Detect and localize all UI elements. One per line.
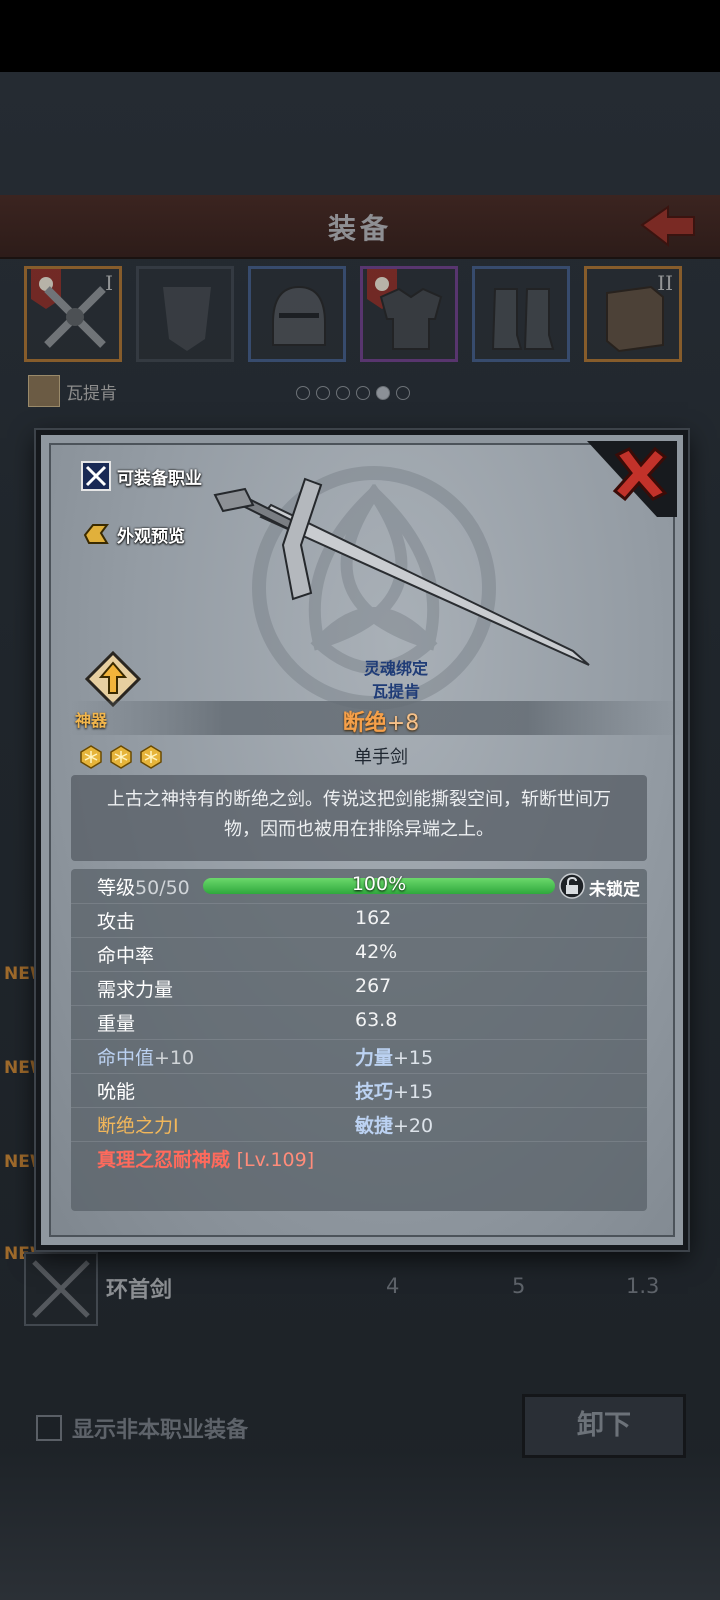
item-stat: 4 bbox=[386, 1274, 400, 1298]
stats-panel: 等级50/50 100% 未锁定 攻击 162 命中率 42% 需求力量 267… bbox=[71, 869, 647, 1211]
equippable-class-option[interactable]: 可装备职业 bbox=[81, 461, 202, 491]
shield-icon bbox=[163, 287, 211, 351]
star-icon bbox=[140, 745, 162, 769]
cross-blade-icon bbox=[44, 286, 106, 348]
item-name: 断绝 bbox=[342, 711, 387, 736]
stat-row: 命中率 42% bbox=[71, 937, 647, 972]
stat-label: 重量 bbox=[97, 1013, 136, 1035]
page-title: 装备 bbox=[327, 212, 392, 245]
bonus-row: 命中值+10 力量+15 bbox=[71, 1039, 647, 1074]
soulbound-label: 灵魂绑定 bbox=[363, 659, 428, 678]
character-tag[interactable]: 瓦提肯 bbox=[28, 375, 117, 407]
stat-value: 162 bbox=[355, 907, 392, 929]
bonus-right: 技巧+15 bbox=[355, 1081, 434, 1103]
enhance-level: +8 bbox=[386, 711, 420, 736]
slot-shield[interactable] bbox=[136, 266, 234, 362]
stat-row: 重量 63.8 bbox=[71, 1005, 647, 1040]
stat-label: 攻击 bbox=[97, 911, 136, 933]
close-icon[interactable] bbox=[611, 445, 669, 501]
book-icon bbox=[606, 285, 664, 353]
description-box: 上古之神持有的断绝之剑。传说这把剑能撕裂空间，斩断世间万物，因而也被用在排除异端… bbox=[71, 775, 647, 861]
appearance-preview-label: 外观预览 bbox=[117, 526, 185, 547]
stat-value: 42% bbox=[355, 941, 398, 963]
item-description: 上古之神持有的断绝之剑。传说这把剑能撕裂空间，斩断世间万物，因而也被用在排除异端… bbox=[107, 789, 611, 840]
list-item[interactable]: 环首剑 4 5 1.3 bbox=[24, 1252, 704, 1332]
slot-book[interactable]: II bbox=[584, 266, 682, 362]
item-name: 环首剑 bbox=[106, 1278, 173, 1303]
bonus-row: 断绝之力I 敏捷+20 bbox=[71, 1107, 647, 1142]
lock-status[interactable]: 未锁定 bbox=[589, 875, 640, 900]
item-stat: 1.3 bbox=[626, 1274, 660, 1298]
special-skill: 真理之忍耐神威 [Lv.109] bbox=[97, 1149, 315, 1171]
level-value: 50/50 bbox=[135, 877, 190, 899]
page-indicator bbox=[296, 386, 410, 400]
equipment-slots: I II bbox=[24, 266, 704, 366]
level-row: 等级50/50 100% 未锁定 bbox=[71, 869, 647, 904]
item-type: 单手剑 bbox=[354, 747, 408, 768]
item-title: 断绝+8 bbox=[261, 705, 501, 737]
avatar bbox=[28, 375, 60, 407]
bonus-left: 断绝之力I bbox=[97, 1115, 179, 1137]
soulbound-owner: 瓦提肯 bbox=[371, 682, 420, 701]
item-stat: 5 bbox=[512, 1274, 526, 1298]
back-arrow-icon[interactable] bbox=[638, 203, 698, 249]
unequip-button[interactable]: 卸下 bbox=[522, 1394, 686, 1458]
page-dot bbox=[356, 386, 370, 400]
stat-row: 需求力量 267 bbox=[71, 971, 647, 1006]
bottom-background bbox=[0, 1450, 720, 1600]
equippable-class-label: 可装备职业 bbox=[117, 468, 202, 489]
grade-stars bbox=[79, 745, 163, 769]
level-percent: 100% bbox=[351, 873, 407, 895]
page-dot bbox=[336, 386, 350, 400]
page-dot-active bbox=[376, 386, 390, 400]
equipment-header: 装备 bbox=[0, 195, 720, 259]
sword-icon bbox=[213, 477, 590, 666]
item-detail-modal: 可装备职业 外观预览 灵魂绑定 瓦提肯 神器 断绝+8 单手剑 上古之神持有的断… bbox=[36, 430, 688, 1250]
bonus-row: 吮能 技巧+15 bbox=[71, 1073, 647, 1108]
armor-icon bbox=[379, 287, 443, 350]
helmet-icon bbox=[272, 285, 326, 346]
crossed-swords-icon bbox=[32, 1260, 90, 1318]
special-row: 真理之忍耐神威 [Lv.109] bbox=[71, 1141, 647, 1175]
show-other-class-toggle[interactable]: 显示非本职业装备 bbox=[36, 1412, 248, 1444]
appearance-preview-option[interactable]: 外观预览 bbox=[81, 519, 185, 549]
stat-row: 攻击 162 bbox=[71, 903, 647, 938]
boots-icon bbox=[491, 288, 555, 350]
bonus-right: 敏捷+20 bbox=[355, 1115, 434, 1137]
item-icon bbox=[24, 1252, 98, 1326]
checkbox-label: 显示非本职业装备 bbox=[72, 1418, 249, 1443]
page-dot bbox=[316, 386, 330, 400]
upgrade-icon[interactable] bbox=[85, 651, 141, 707]
class-swords-icon bbox=[81, 461, 111, 491]
rarity-label: 神器 bbox=[75, 711, 108, 730]
stat-value: 267 bbox=[355, 975, 392, 997]
page-dot bbox=[296, 386, 310, 400]
character-name: 瓦提肯 bbox=[66, 383, 117, 404]
stat-label: 命中率 bbox=[97, 945, 155, 967]
stat-label: 需求力量 bbox=[97, 979, 174, 1001]
slot-boots[interactable] bbox=[472, 266, 570, 362]
bonus-left: 吮能 bbox=[97, 1081, 136, 1103]
modal-body: 可装备职业 外观预览 灵魂绑定 瓦提肯 神器 断绝+8 单手剑 上古之神持有的断… bbox=[49, 441, 681, 1237]
bonus-right: 力量+15 bbox=[355, 1047, 434, 1069]
star-icon bbox=[80, 745, 102, 769]
page-dot bbox=[396, 386, 410, 400]
slot-weapon[interactable]: I bbox=[24, 266, 122, 362]
star-icon bbox=[110, 745, 132, 769]
preview-icon bbox=[83, 524, 109, 544]
stat-value: 63.8 bbox=[355, 1009, 398, 1031]
slot-helmet[interactable] bbox=[248, 266, 346, 362]
bonus-left: 命中值+10 bbox=[97, 1047, 195, 1069]
slot-armor[interactable] bbox=[360, 266, 458, 362]
status-bar bbox=[0, 0, 720, 72]
unlock-icon[interactable] bbox=[559, 873, 585, 899]
level-label: 等级50/50 bbox=[97, 877, 190, 899]
checkbox[interactable] bbox=[36, 1415, 62, 1441]
